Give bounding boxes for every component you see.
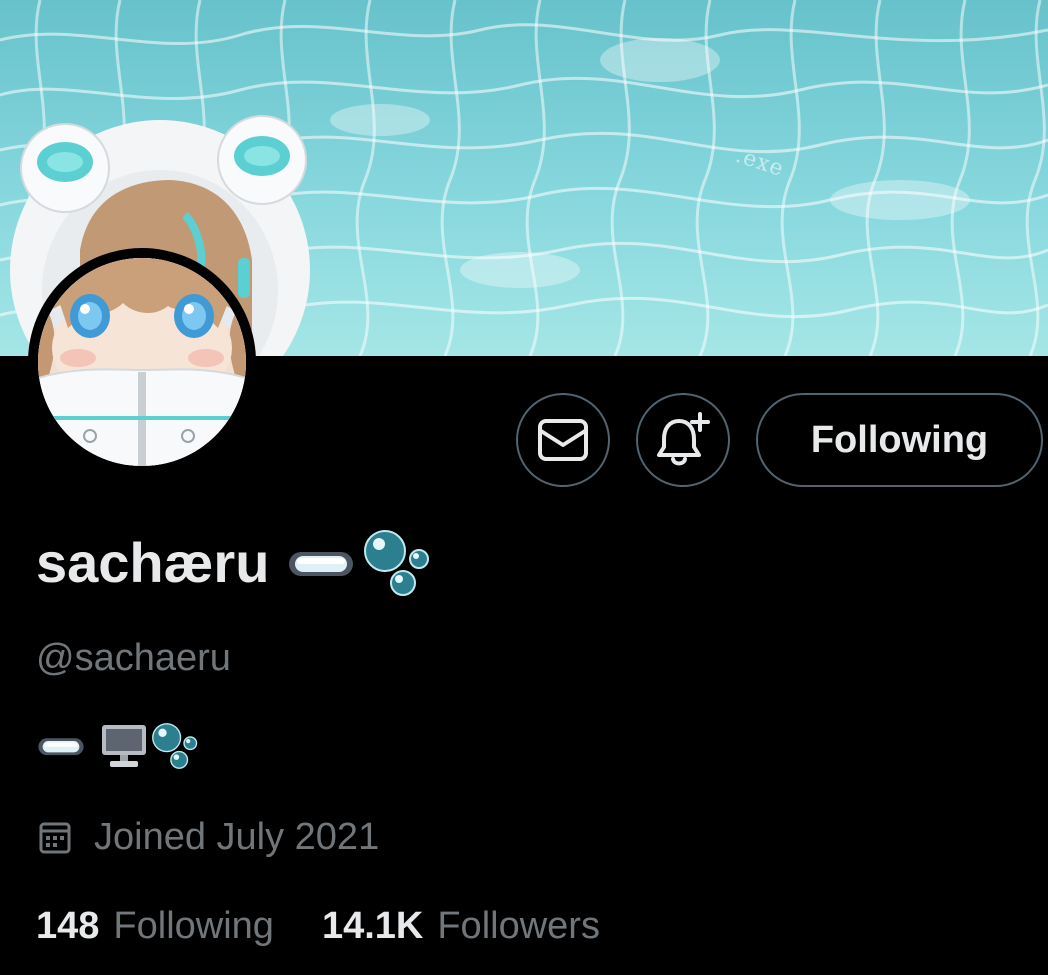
goggles-icon [289,552,354,576]
profile-bio [36,718,200,774]
desktop-computer-icon [102,725,146,767]
avatar[interactable] [28,248,256,476]
following-count-link[interactable]: 148 Following [36,905,274,948]
following-count: 148 [36,904,100,947]
bell-plus-icon [657,412,710,466]
message-button[interactable] [516,393,610,487]
bubbles-icon [364,530,430,596]
notify-button[interactable] [636,393,730,487]
bubbles-icon [152,723,198,769]
followers-count: 14.1K [321,904,424,947]
envelope-icon [538,419,588,461]
name-emoji [287,527,433,599]
followers-count-link[interactable]: 14.1K Followers [322,905,600,948]
followers-label: Followers [437,904,600,947]
calendar-icon [38,819,72,855]
following-button[interactable]: Following [756,393,1043,487]
profile-handle: @sachaeru [36,637,231,679]
display-name-row: sachæru [36,528,433,598]
joined-date: Joined July 2021 [38,812,379,862]
following-label: Following [113,904,274,947]
joined-text: Joined July 2021 [94,815,380,858]
profile-page: .exe Following sachæru @sachaeru Joined … [0,0,1048,975]
avatar-image [38,258,246,466]
display-name: sachæru [36,531,270,594]
goggles-icon [38,738,84,756]
profile-stats: 148 Following 14.1K Followers [36,900,600,952]
